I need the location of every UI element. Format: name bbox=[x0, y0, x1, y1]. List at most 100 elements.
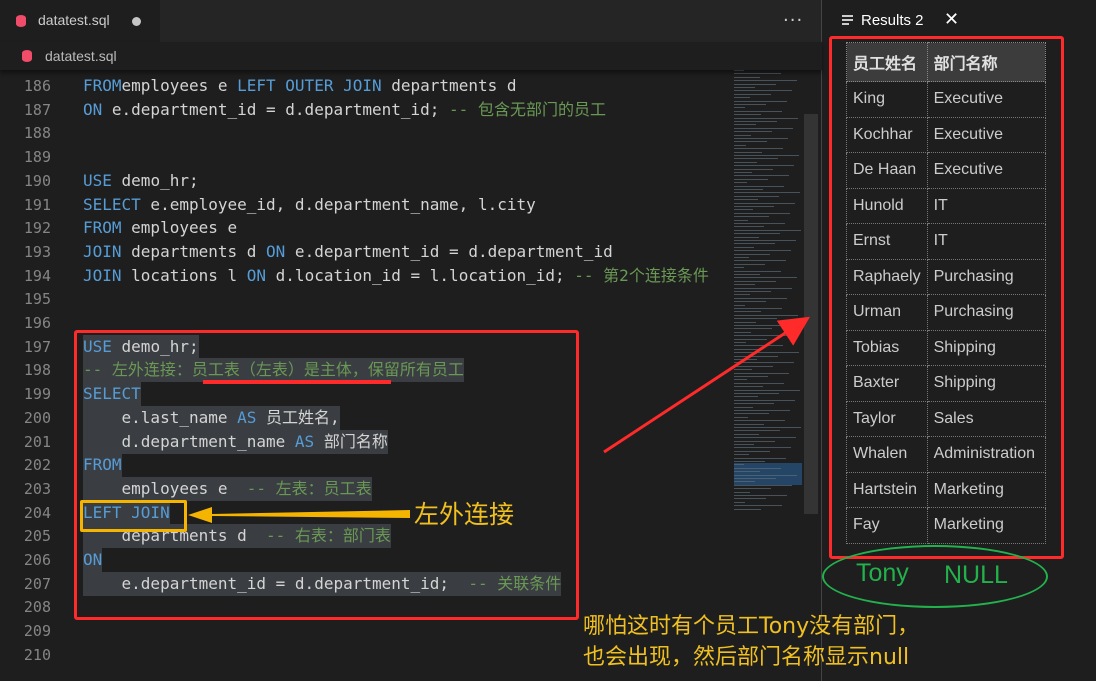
minimap-line bbox=[734, 379, 747, 381]
annotation-note-line: 哪怕这时有个员工Tony没有部门， bbox=[583, 614, 920, 639]
minimap-line bbox=[734, 263, 765, 265]
minimap-line bbox=[734, 161, 757, 163]
minimap-line bbox=[734, 284, 755, 286]
minimap-line bbox=[734, 195, 779, 197]
minimap-line bbox=[734, 321, 756, 323]
minimap-line bbox=[734, 257, 749, 258]
minimap-line bbox=[734, 461, 765, 462]
minimap-line bbox=[734, 243, 775, 245]
minimap-line bbox=[734, 338, 767, 340]
line-number: 198 bbox=[23, 361, 51, 380]
annotation-note: 哪怕这时有个员工Tony没有部门， 也会出现，然后部门名称显示null bbox=[583, 611, 919, 673]
tab-datatest-sql[interactable]: datatest.sql bbox=[0, 0, 160, 42]
minimap-line bbox=[734, 114, 761, 116]
minimap-line bbox=[734, 104, 766, 105]
minimap-line bbox=[734, 151, 762, 153]
line-number: 190 bbox=[23, 171, 51, 190]
line-number: 193 bbox=[23, 242, 51, 261]
minimap-line bbox=[734, 233, 780, 235]
minimap-line bbox=[734, 236, 759, 238]
minimap-line bbox=[734, 206, 774, 207]
minimap-line bbox=[734, 246, 754, 248]
unsaved-dot-icon[interactable] bbox=[132, 17, 141, 26]
minimap-line bbox=[734, 501, 745, 503]
more-actions-icon[interactable]: ··· bbox=[783, 10, 803, 31]
code-line[interactable]: 194 JOIN locations l ON d.location_id = l… bbox=[0, 264, 730, 288]
minimap-line bbox=[734, 294, 750, 296]
code-line[interactable]: 192 FROM employees e bbox=[0, 216, 730, 240]
database-icon bbox=[22, 50, 32, 62]
minimap-line bbox=[734, 491, 750, 493]
minimap-line bbox=[734, 488, 771, 490]
minimap-line bbox=[734, 83, 776, 85]
minimap-line bbox=[734, 467, 781, 469]
line-number: 188 bbox=[23, 124, 51, 143]
minimap-line bbox=[734, 420, 785, 422]
minimap-line bbox=[734, 304, 745, 306]
minimap-line bbox=[734, 440, 775, 442]
list-icon bbox=[842, 15, 853, 25]
close-icon[interactable]: ✕ bbox=[944, 9, 959, 30]
minimap-line bbox=[734, 185, 784, 187]
minimap-line bbox=[734, 168, 773, 170]
line-number: 199 bbox=[23, 385, 51, 404]
line-number: 203 bbox=[23, 479, 51, 498]
breadcrumb-file[interactable]: datatest.sql bbox=[45, 48, 117, 64]
minimap-line bbox=[734, 331, 751, 333]
line-number: 210 bbox=[23, 645, 51, 664]
minimap-line bbox=[734, 223, 785, 224]
minimap-line bbox=[734, 410, 790, 411]
code-line[interactable]: 190 USE demo_hr; bbox=[0, 169, 730, 193]
minimap-line bbox=[734, 505, 782, 507]
minimap-line bbox=[734, 73, 781, 75]
minimap-line bbox=[734, 444, 754, 445]
code-line[interactable]: 195 bbox=[0, 287, 730, 311]
editor-scrollbar[interactable] bbox=[804, 70, 818, 681]
code-text: SELECT e.employee_id, d.department_name,… bbox=[83, 194, 536, 214]
minimap-line bbox=[734, 403, 774, 405]
code-line[interactable]: 189 bbox=[0, 145, 730, 169]
minimap-line bbox=[734, 471, 760, 473]
minimap-line bbox=[734, 396, 758, 398]
minimap-line bbox=[734, 274, 760, 275]
minimap-line bbox=[734, 93, 771, 95]
minimap-line bbox=[734, 359, 757, 360]
minimap-line bbox=[734, 423, 764, 425]
minimap-line bbox=[734, 454, 749, 456]
null-label: NULL bbox=[944, 561, 1008, 589]
line-number: 196 bbox=[23, 314, 51, 332]
line-number: 202 bbox=[23, 456, 51, 475]
line-number: 191 bbox=[23, 195, 51, 214]
code-line[interactable]: 193 JOIN departments d ON e.department_id… bbox=[0, 240, 730, 264]
minimap-line bbox=[734, 287, 792, 289]
line-number: 205 bbox=[23, 527, 51, 546]
minimap-line bbox=[734, 474, 797, 476]
line-number: 207 bbox=[23, 574, 51, 593]
minimap-line bbox=[734, 80, 797, 82]
minimap-line bbox=[734, 138, 788, 139]
minimap-line bbox=[734, 393, 779, 394]
minimap-line bbox=[734, 127, 793, 129]
minimap-line bbox=[734, 450, 770, 452]
minimap-line bbox=[734, 229, 801, 231]
minimap-line bbox=[734, 478, 776, 479]
scrollbar-thumb[interactable] bbox=[804, 114, 818, 514]
minimap-line bbox=[734, 97, 750, 99]
minimap-line bbox=[734, 348, 762, 350]
minimap-line bbox=[734, 369, 752, 371]
code-line[interactable]: 191 SELECT e.employee_id, d.department_na… bbox=[0, 193, 730, 217]
left-join-annotation: 左外连接 bbox=[414, 500, 515, 529]
minimap-line bbox=[734, 495, 787, 496]
code-highlight-box bbox=[74, 330, 579, 620]
code-line[interactable]: 187 ON e.department_id = d.department_id;… bbox=[0, 98, 730, 122]
minimap-line bbox=[734, 189, 763, 190]
minimap[interactable] bbox=[730, 70, 804, 681]
code-line[interactable]: 188 bbox=[0, 121, 730, 145]
minimap-line bbox=[734, 325, 793, 326]
minimap-line bbox=[734, 311, 761, 313]
minimap-line bbox=[734, 212, 790, 214]
code-line[interactable]: 186 FROMemployees e LEFT OUTER JOIN depar… bbox=[0, 74, 730, 98]
minimap-line bbox=[734, 481, 755, 483]
editor-tab-bar: datatest.sql ··· bbox=[0, 0, 822, 42]
minimap-line bbox=[734, 117, 798, 119]
